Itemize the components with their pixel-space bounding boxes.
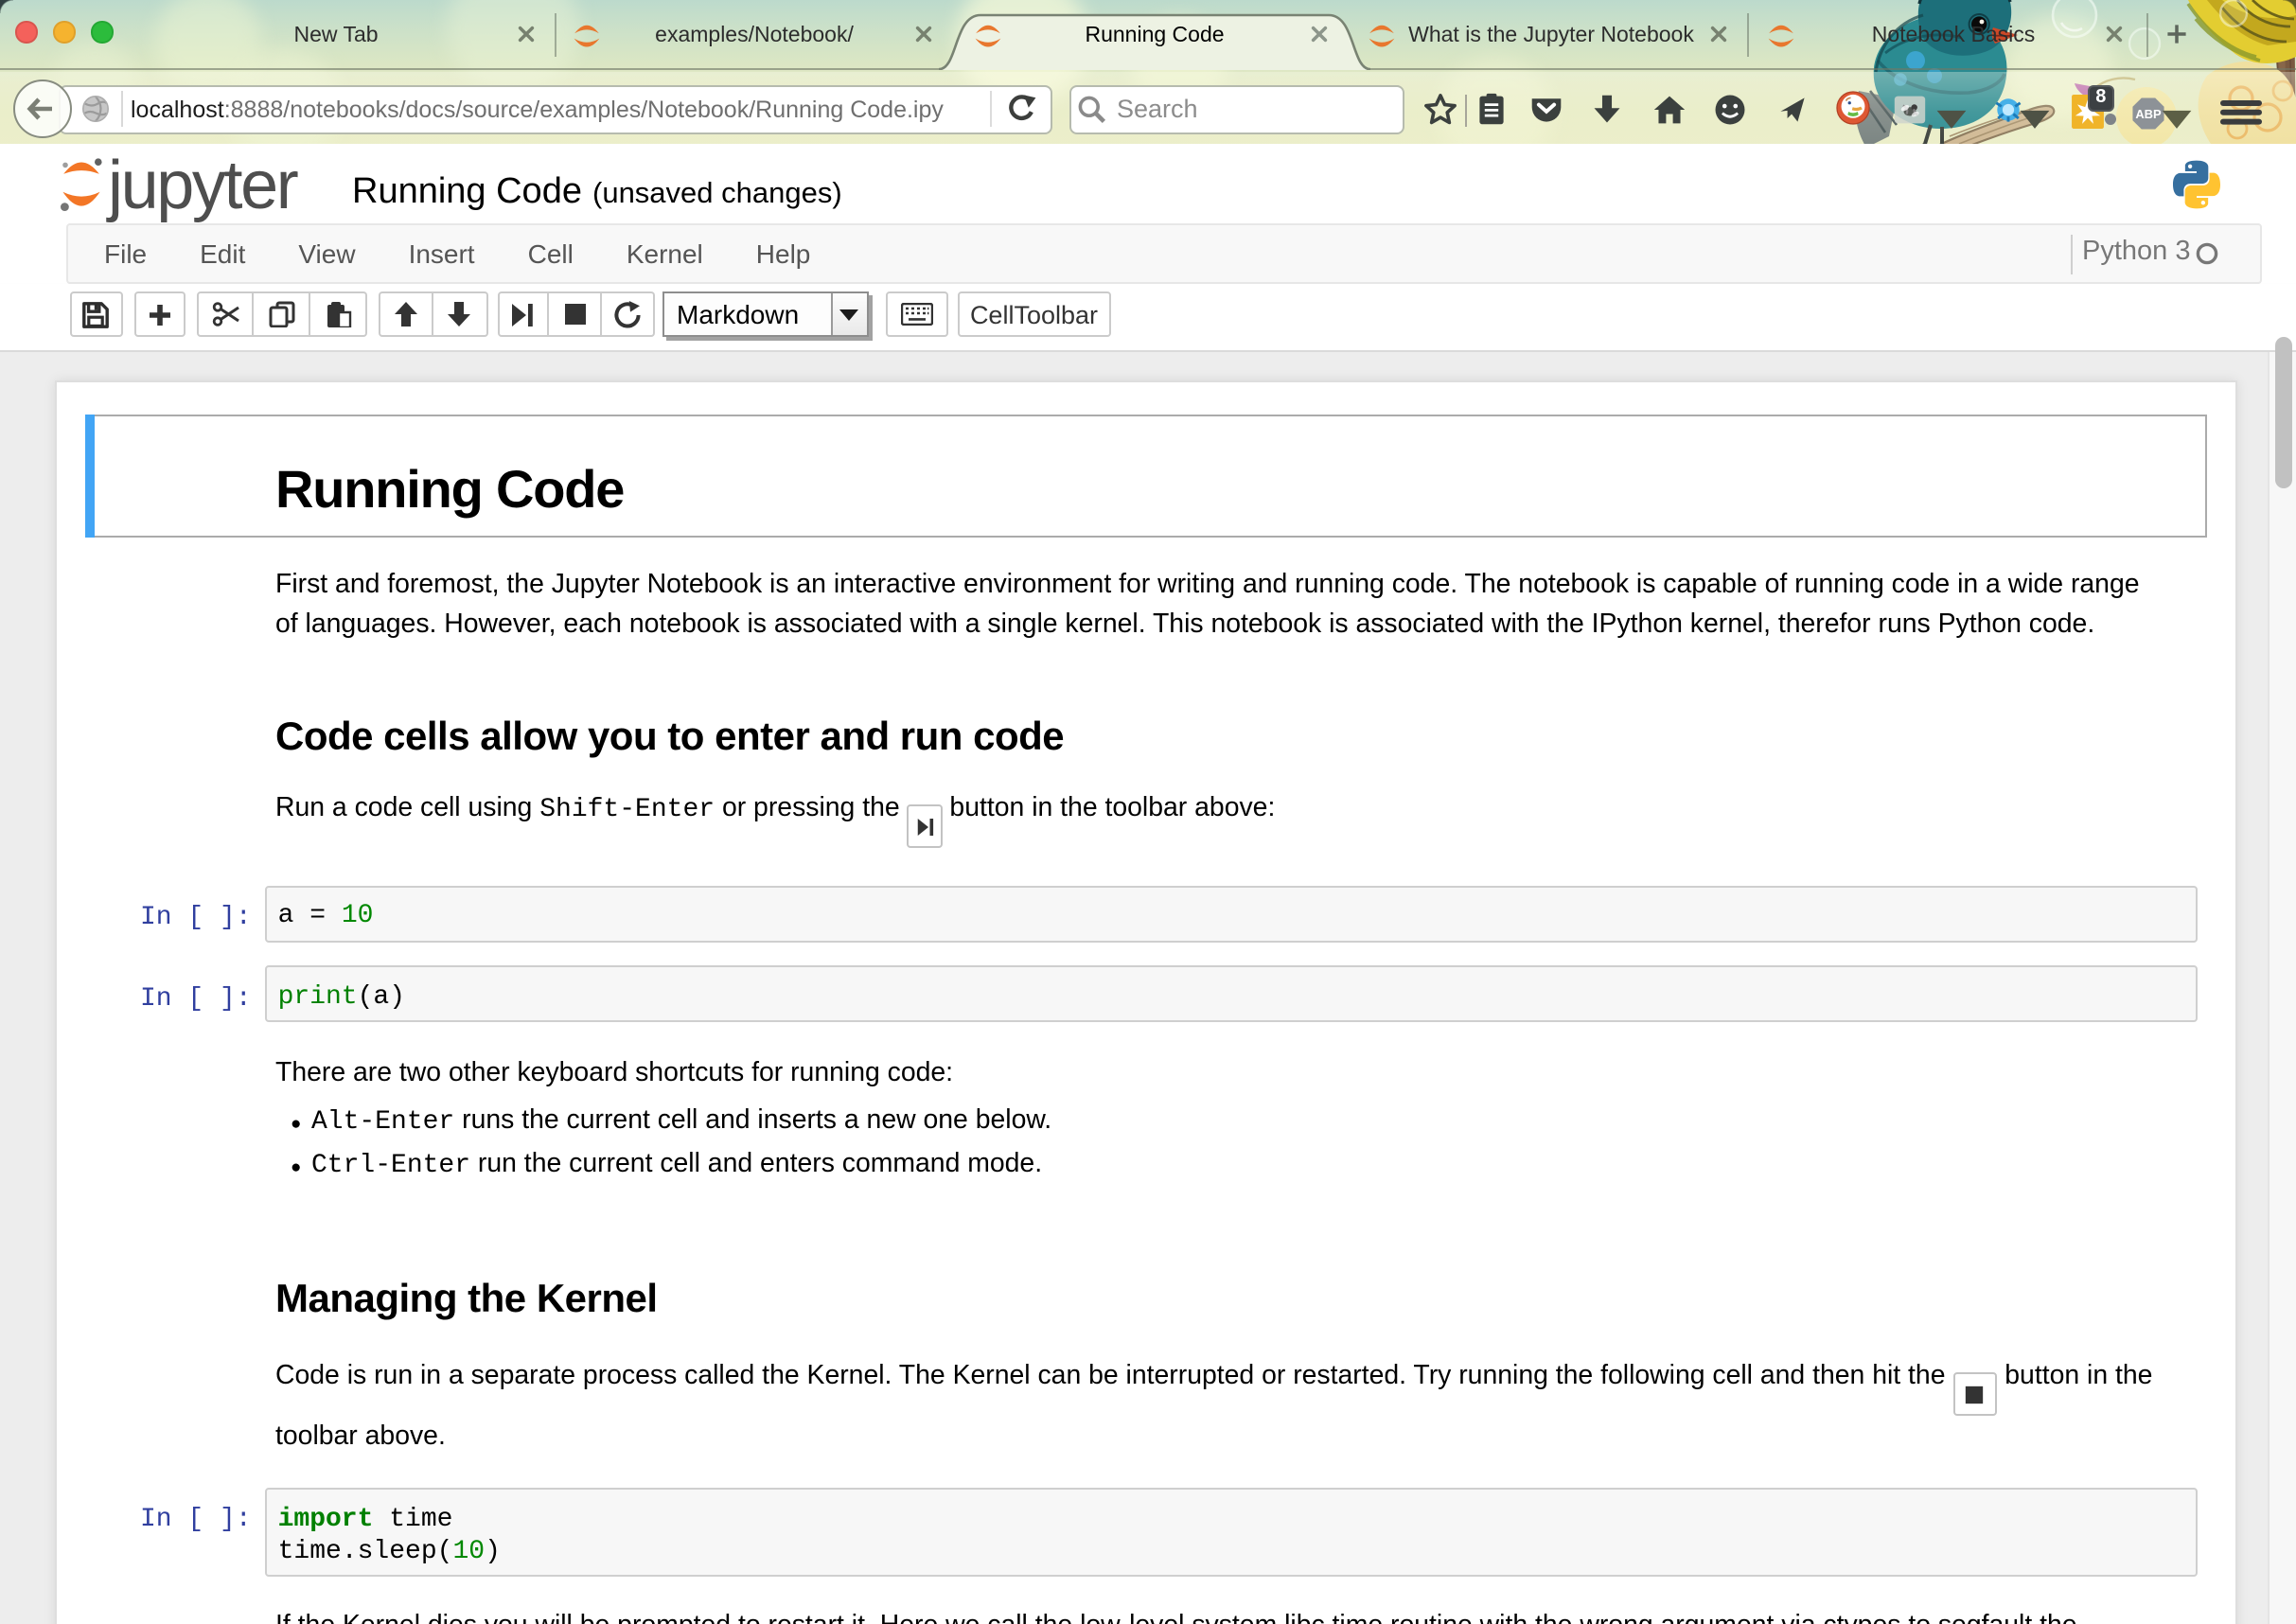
svg-text:ABP: ABP [2135, 107, 2162, 121]
